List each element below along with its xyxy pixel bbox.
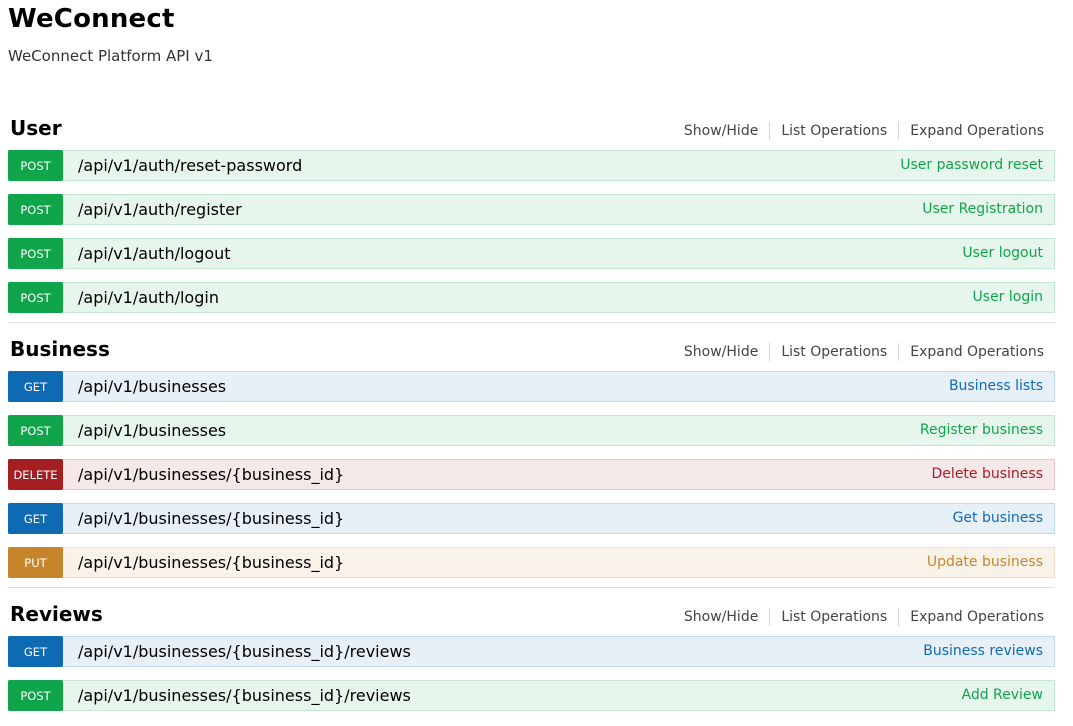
link-divider — [769, 608, 771, 626]
operation-path[interactable]: /api/v1/businesses/{business_id} — [78, 509, 344, 528]
method-badge[interactable]: POST — [8, 282, 63, 313]
operation-row[interactable]: POST /api/v1/auth/register User Registra… — [8, 194, 1055, 225]
method-badge[interactable]: POST — [8, 238, 63, 269]
operation-summary[interactable]: Business reviews — [923, 643, 1043, 659]
section-title[interactable]: User — [10, 116, 62, 140]
link-divider — [769, 343, 771, 361]
section-title[interactable]: Business — [10, 337, 110, 361]
list-operations-link[interactable]: List Operations — [781, 609, 887, 625]
operation-path[interactable]: /api/v1/businesses/{business_id}/reviews — [78, 686, 411, 705]
operation-path[interactable]: /api/v1/auth/reset-password — [78, 156, 302, 175]
expand-operations-link[interactable]: Expand Operations — [910, 123, 1044, 139]
method-badge[interactable]: GET — [8, 371, 63, 402]
operation-row[interactable]: POST /api/v1/auth/login User login — [8, 282, 1055, 313]
method-badge[interactable]: POST — [8, 194, 63, 225]
operation-summary[interactable]: Update business — [927, 554, 1043, 570]
operation-path[interactable]: /api/v1/auth/logout — [78, 244, 231, 263]
app-title: WeConnect — [8, 4, 175, 34]
show-hide-link[interactable]: Show/Hide — [684, 344, 758, 360]
operation-path[interactable]: /api/v1/auth/login — [78, 288, 219, 307]
section-links: Show/Hide List Operations Expand Operati… — [684, 608, 1044, 626]
list-operations-link[interactable]: List Operations — [781, 123, 887, 139]
operation-row[interactable]: POST /api/v1/businesses Register busines… — [8, 415, 1055, 446]
operation-row[interactable]: GET /api/v1/businesses Business lists — [8, 371, 1055, 402]
operation-summary[interactable]: User Registration — [922, 201, 1043, 217]
expand-operations-link[interactable]: Expand Operations — [910, 609, 1044, 625]
operation-summary[interactable]: Delete business — [932, 466, 1043, 482]
section-business: Business Show/Hide List Operations Expan… — [8, 333, 1055, 588]
operation-row[interactable]: GET /api/v1/businesses/{business_id}/rev… — [8, 636, 1055, 667]
section-header: Reviews Show/Hide List Operations Expand… — [8, 598, 1055, 632]
section-reviews: Reviews Show/Hide List Operations Expand… — [8, 598, 1055, 724]
show-hide-link[interactable]: Show/Hide — [684, 609, 758, 625]
operation-summary[interactable]: Get business — [953, 510, 1043, 526]
section-user: User Show/Hide List Operations Expand Op… — [8, 112, 1055, 323]
operation-row[interactable]: POST /api/v1/auth/reset-password User pa… — [8, 150, 1055, 181]
expand-operations-link[interactable]: Expand Operations — [910, 344, 1044, 360]
section-links: Show/Hide List Operations Expand Operati… — [684, 343, 1044, 361]
section-header: User Show/Hide List Operations Expand Op… — [8, 112, 1055, 146]
operation-path[interactable]: /api/v1/businesses — [78, 377, 226, 396]
method-badge[interactable]: DELETE — [8, 459, 63, 490]
section-links: Show/Hide List Operations Expand Operati… — [684, 122, 1044, 140]
app-subtitle: WeConnect Platform API v1 — [8, 47, 213, 65]
operation-path[interactable]: /api/v1/businesses/{business_id} — [78, 553, 344, 572]
show-hide-link[interactable]: Show/Hide — [684, 123, 758, 139]
operation-summary[interactable]: User login — [973, 289, 1043, 305]
operation-path[interactable]: /api/v1/auth/register — [78, 200, 242, 219]
link-divider — [898, 122, 900, 140]
method-badge[interactable]: PUT — [8, 547, 63, 578]
operation-path[interactable]: /api/v1/businesses/{business_id}/reviews — [78, 642, 411, 661]
method-badge[interactable]: GET — [8, 503, 63, 534]
method-badge[interactable]: POST — [8, 680, 63, 711]
operation-summary[interactable]: Add Review — [961, 687, 1043, 703]
operation-summary[interactable]: User logout — [962, 245, 1043, 261]
method-badge[interactable]: GET — [8, 636, 63, 667]
section-header: Business Show/Hide List Operations Expan… — [8, 333, 1055, 367]
section-title[interactable]: Reviews — [10, 602, 103, 626]
list-operations-link[interactable]: List Operations — [781, 344, 887, 360]
link-divider — [898, 608, 900, 626]
operation-summary[interactable]: Register business — [920, 422, 1043, 438]
operation-row[interactable]: POST /api/v1/businesses/{business_id}/re… — [8, 680, 1055, 711]
operation-row[interactable]: DELETE /api/v1/businesses/{business_id} … — [8, 459, 1055, 490]
method-badge[interactable]: POST — [8, 150, 63, 181]
operation-path[interactable]: /api/v1/businesses/{business_id} — [78, 465, 344, 484]
section-divider — [8, 587, 1055, 588]
link-divider — [769, 122, 771, 140]
operation-row[interactable]: POST /api/v1/auth/logout User logout — [8, 238, 1055, 269]
operation-summary[interactable]: Business lists — [949, 378, 1043, 394]
operation-row[interactable]: PUT /api/v1/businesses/{business_id} Upd… — [8, 547, 1055, 578]
method-badge[interactable]: POST — [8, 415, 63, 446]
operation-row[interactable]: GET /api/v1/businesses/{business_id} Get… — [8, 503, 1055, 534]
operation-path[interactable]: /api/v1/businesses — [78, 421, 226, 440]
operation-summary[interactable]: User password reset — [900, 157, 1043, 173]
section-divider — [8, 322, 1055, 323]
link-divider — [898, 343, 900, 361]
